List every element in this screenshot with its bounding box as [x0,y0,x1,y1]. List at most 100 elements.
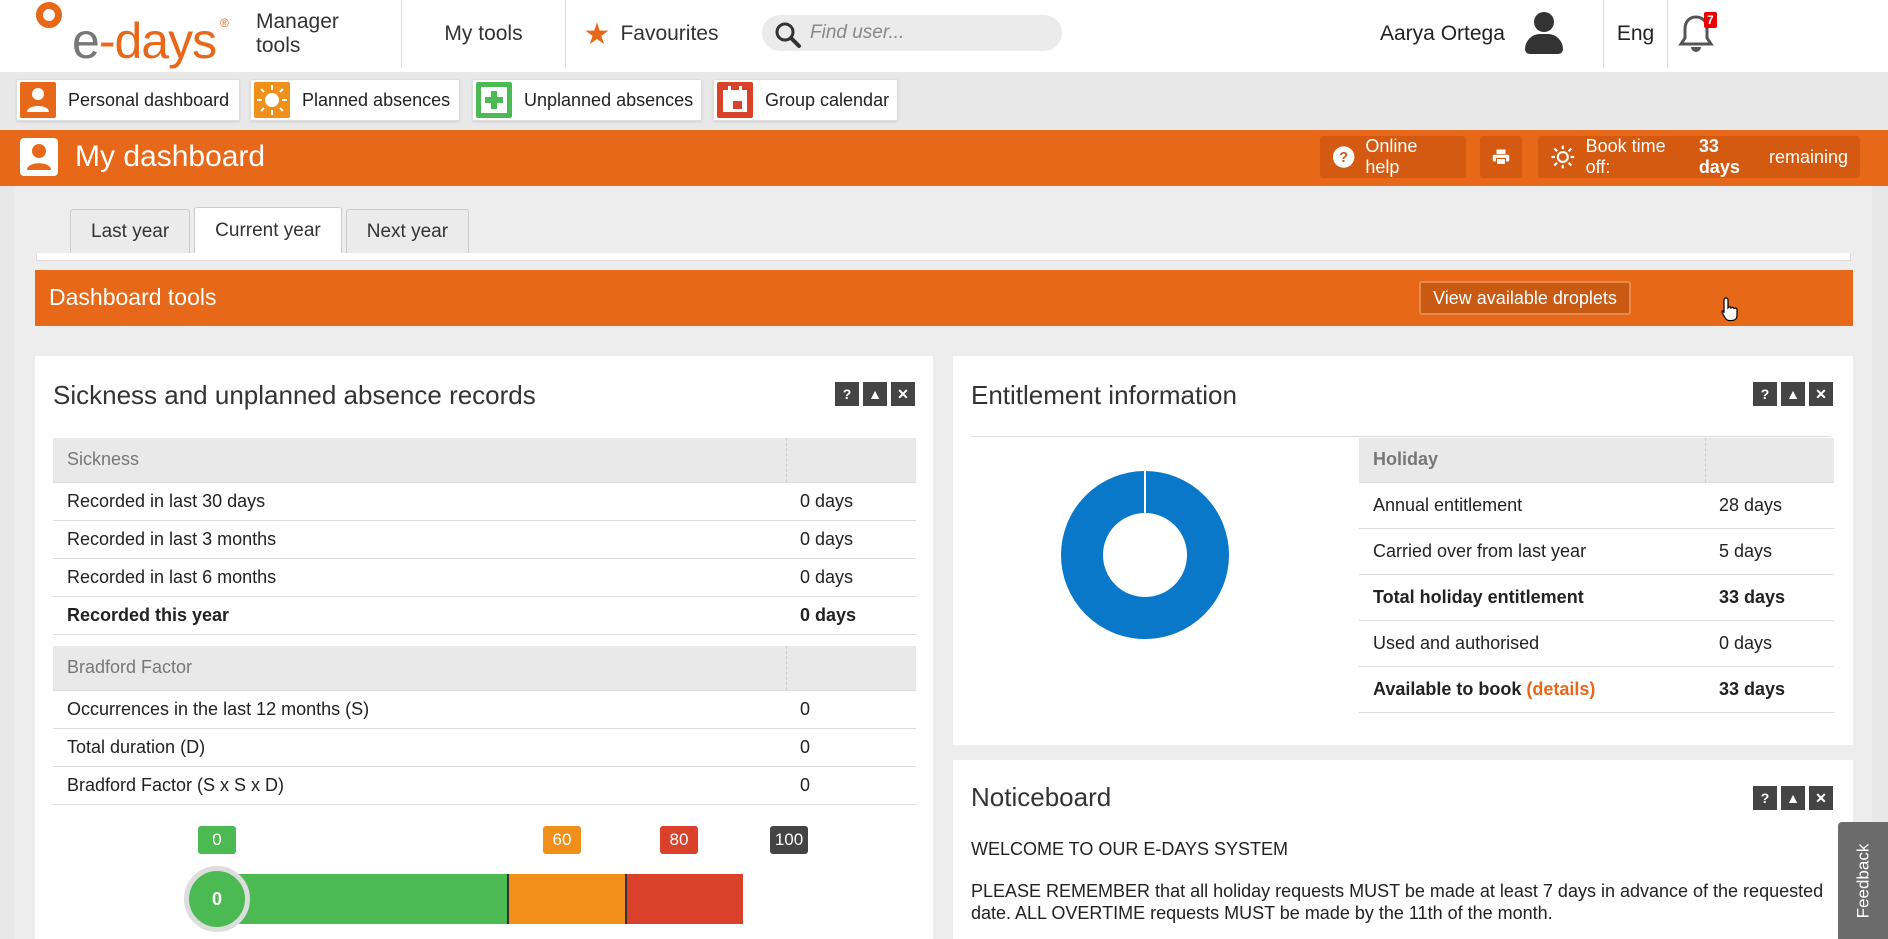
gauge-green-segment [207,874,507,924]
help-icon[interactable]: ? [835,382,859,406]
card-controls: ? ▲ ✕ [1753,382,1833,406]
gauge-value: 0 [184,866,250,932]
gauge-mark-0: 0 [198,826,236,860]
book-time-off-button[interactable]: Book time off: 33 days remaining [1538,136,1860,178]
quick-link-label: Personal dashboard [68,89,230,110]
gauge-mark-100: 100 [770,826,808,860]
nav-favourites-label: Favourites [620,22,719,45]
help-icon[interactable]: ? [1753,382,1777,406]
details-link[interactable]: (details) [1526,679,1595,699]
notification-count-badge: 7 [1704,12,1717,28]
year-tabs: Last year Current year Next year [70,207,470,253]
entitlement-donut-chart [1061,471,1229,639]
bradford-gauge: 0 60 80 100 0 [147,826,837,936]
person-icon [20,138,58,176]
collapse-icon[interactable]: ▲ [1781,382,1805,406]
sickness-card-title: Sickness and unplanned absence records [53,380,536,410]
tab-current-year[interactable]: Current year [194,207,342,253]
print-button[interactable] [1480,136,1522,178]
help-icon[interactable]: ? [1753,786,1777,810]
find-user-search[interactable] [762,15,1062,51]
noticeboard-content: WELCOME TO OUR E-DAYS SYSTEM PLEASE REME… [971,838,1831,924]
dashboard-tools-title: Dashboard tools [49,284,217,310]
hand-cursor-icon [1721,297,1738,322]
logo-days: -days [98,13,217,69]
book-time-days: 33 days [1698,136,1740,177]
table-row: Occurrences in the last 12 months (S) 0 [53,690,916,729]
sun-icon [254,82,290,118]
table-section-header: Holiday [1359,438,1834,483]
top-navigation-bar: e-days ® Manager tools My tools ★ Favour… [0,0,1888,72]
close-icon[interactable]: ✕ [1809,382,1833,406]
book-time-prefix: Book time off: [1585,136,1666,177]
table-row: Bradford Factor (S x S x D) 0 [53,766,916,805]
gauge-mark-80: 80 [660,826,698,860]
page-title: My dashboard [75,140,266,173]
table-row: Carried over from last year 5 days [1359,528,1834,575]
notifications-button[interactable]: 7 [1678,10,1722,58]
logo-e: e [72,13,100,69]
table-row: Available to book (details) 33 days [1359,666,1834,713]
table-row: Recorded in last 3 months 0 days [53,520,916,559]
view-available-droplets-button[interactable]: View available droplets [1419,281,1631,315]
quick-link-personal-dashboard[interactable]: Personal dashboard [16,79,240,121]
collapse-icon[interactable]: ▲ [1781,786,1805,810]
calendar-icon [717,82,753,118]
card-controls: ? ▲ ✕ [835,382,915,406]
notice-line-1: WELCOME TO OUR E-DAYS SYSTEM [971,839,1289,859]
feedback-label: Feedback [1853,843,1873,918]
sickness-table: Sickness Recorded in last 30 days 0 days … [53,438,916,635]
noticeboard-title: Noticeboard [971,782,1112,812]
close-icon[interactable]: ✕ [891,382,915,406]
table-row: Recorded in last 30 days 0 days [53,482,916,521]
bradford-table: Bradford Factor Occurrences in the last … [53,646,916,805]
notice-line-2: PLEASE REMEMBER that all holiday request… [971,881,1824,923]
entitlement-card: Entitlement information ? ▲ ✕ Holiday An… [953,356,1853,745]
quick-link-unplanned-absences[interactable]: Unplanned absences [472,79,702,121]
table-row: Recorded in last 6 months 0 days [53,558,916,597]
tab-next-year[interactable]: Next year [345,209,470,253]
sun-icon [1551,145,1575,169]
quick-link-group-calendar[interactable]: Group calendar [713,79,898,121]
nav-favourites[interactable]: ★ Favourites [566,0,736,68]
logo-circle-icon [36,2,62,28]
user-menu[interactable]: Aarya Ortega [1380,0,1604,68]
user-name: Aarya Ortega [1380,22,1505,45]
quick-link-label: Unplanned absences [524,89,694,110]
quick-link-planned-absences[interactable]: Planned absences [250,79,460,121]
e-days-logo[interactable]: e-days ® [34,2,234,69]
language-selector[interactable]: Eng [1604,0,1668,68]
sickness-card: Sickness and unplanned absence records ?… [35,356,933,939]
dashboard-tools-bar: Dashboard tools View available droplets [35,270,1853,326]
gauge-amber-segment [507,874,625,924]
collapse-icon[interactable]: ▲ [863,382,887,406]
noticeboard-card: Noticeboard ? ▲ ✕ WELCOME TO OUR E-DAYS … [953,760,1853,939]
logo-registered: ® [220,16,229,30]
gauge-red-segment [625,874,743,924]
avatar-icon [1523,12,1565,56]
nav-manager-tools[interactable]: Manager tools [236,0,402,68]
gauge-mark-60: 60 [543,826,581,860]
tab-last-year[interactable]: Last year [70,209,191,253]
table-row: Total duration (D) 0 [53,728,916,767]
table-row: Used and authorised 0 days [1359,620,1834,667]
online-help-button[interactable]: ? Online help [1320,136,1466,178]
medical-cross-icon [476,82,512,118]
table-row: Recorded this year 0 days [53,596,916,635]
printer-icon [1492,149,1510,166]
table-row: Total holiday entitlement 33 days [1359,574,1834,621]
close-icon[interactable]: ✕ [1809,786,1833,810]
table-section-header: Sickness [53,438,916,483]
svg-text:?: ? [1339,150,1348,166]
feedback-tab[interactable]: Feedback [1838,822,1888,939]
quick-link-label: Group calendar [765,89,890,110]
page-header: My dashboard ? Online help Book time off… [0,130,1888,186]
card-controls: ? ▲ ✕ [1753,786,1833,810]
quick-link-label: Planned absences [302,89,451,110]
search-input[interactable] [810,22,1040,44]
table-row: Annual entitlement 28 days [1359,482,1834,529]
star-icon: ★ [583,17,611,51]
holiday-table: Holiday Annual entitlement 28 days Carrie… [1359,438,1834,713]
table-section-header: Bradford Factor [53,646,916,691]
nav-my-tools[interactable]: My tools [402,0,566,68]
